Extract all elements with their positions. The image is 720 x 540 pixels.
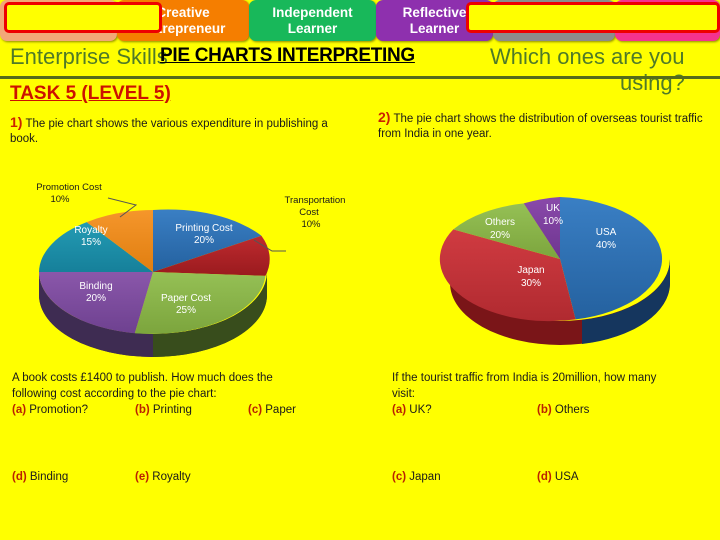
question2-option-d-label: (d) — [537, 471, 552, 483]
question1-body-line2: following cost according to the pie char… — [12, 387, 217, 400]
skill-tab-line2: Learner — [409, 20, 460, 36]
which-ones-highlight-box — [466, 2, 720, 33]
question2-intro: 2) The pie chart shows the distribution … — [378, 110, 708, 142]
pie1-label-paper: Paper Cost — [161, 293, 211, 304]
question2-option-a-text: UK? — [409, 404, 432, 416]
question1-option-c-text: Paper — [265, 404, 296, 416]
pie1-label-royalty: Royalty — [74, 225, 107, 236]
skill-tab-line1: Reflective — [402, 4, 467, 20]
question1-option-d-text: Binding — [29, 471, 69, 483]
question2-option-a[interactable]: (a) UK? — [392, 403, 432, 419]
question2-body-line2: visit: — [392, 387, 415, 400]
question1-option-e-text: Royalty — [152, 471, 191, 483]
question2-option-b-label: (b) — [537, 404, 552, 416]
question2-options-row2: (c) Japan (d) USA — [392, 471, 720, 489]
which-ones-question-line2: using? — [620, 70, 685, 95]
question1-option-a-text: Promotion? — [29, 404, 89, 416]
pie1-value-royalty: 15% — [81, 237, 101, 248]
question2-number: 2) — [378, 109, 391, 125]
question1-option-e[interactable]: (e) Royalty — [135, 471, 191, 483]
which-ones-question-line1: Which ones are you — [490, 44, 685, 69]
question1-option-d-label: (d) — [12, 471, 27, 483]
enterprise-skills-label: Enterprise Skills — [10, 44, 168, 69]
question1-number: 1) — [10, 114, 23, 130]
skill-tab-line2: Learner — [287, 20, 338, 36]
skill-tab-line1: Creative — [156, 4, 210, 20]
question2-option-b-text: Others — [554, 404, 590, 416]
question1-option-e-label: (e) — [135, 471, 150, 483]
question2-option-d[interactable]: (d) USA — [537, 471, 579, 483]
pie2-value-japan: 30% — [521, 278, 541, 289]
pie1-label-promotion: Promotion Cost — [36, 182, 102, 193]
pie1-value-paper: 25% — [176, 305, 196, 316]
enterprise-skills-highlight-box — [4, 2, 162, 33]
question2-body: If the tourist traffic from India is 20m… — [392, 371, 720, 419]
question1-intro-text: The pie chart shows the various expendit… — [10, 118, 328, 145]
question1-body-line1: A book costs £1400 to publish. How much … — [12, 372, 273, 384]
question1-options-row1: (a) Promotion? (b) Printing (c) Paper — [12, 403, 352, 419]
question1-options-row2: (d) Binding (e) Royalty — [12, 471, 352, 489]
question2-body-line1: If the tourist traffic from India is 20m… — [392, 372, 657, 384]
pie1-value-transportation: 10% — [301, 219, 321, 230]
pie-chart-tourist-traffic: USA 40% Japan 30% Others 20% UK 10% — [430, 163, 690, 363]
page-title: PIE CHARTS INTERPRETING — [160, 45, 415, 66]
pie2-value-uk: 10% — [543, 216, 563, 227]
pie2-label-uk: UK — [546, 203, 560, 214]
pie-chart-publishing-expenditure: Printing Cost 20% Paper Cost 25% Binding… — [8, 165, 358, 370]
question1-option-d[interactable]: (d) Binding — [12, 471, 68, 483]
pie2-label-japan: Japan — [517, 265, 544, 276]
question2-intro-text: The pie chart shows the distribution of … — [378, 113, 703, 140]
pie1-label-printing: Printing Cost — [175, 223, 232, 234]
pie2-label-others: Others — [485, 217, 515, 228]
task-heading: TASK 5 (LEVEL 5) — [10, 83, 171, 104]
question2-option-b[interactable]: (b) Others — [537, 403, 589, 419]
question1-option-a-label: (a) — [12, 404, 27, 416]
question1-option-c-label: (c) — [248, 404, 263, 416]
question1-option-b-text: Printing — [152, 404, 192, 416]
pie2-value-others: 20% — [490, 230, 510, 241]
header-divider — [0, 76, 720, 79]
question1-option-b[interactable]: (b) Printing — [135, 403, 192, 419]
question2-options-row1: (a) UK? (b) Others — [392, 403, 720, 419]
pie1-label-transportation-2: Cost — [299, 207, 319, 218]
pie1-value-printing: 20% — [194, 235, 214, 246]
pie1-value-binding: 20% — [86, 293, 106, 304]
skill-tab-line1: Independent — [272, 4, 353, 20]
pie2-label-usa: USA — [596, 227, 617, 238]
question2-option-d-text: USA — [554, 471, 579, 483]
skill-tab-independent-learner[interactable]: Independent Learner — [249, 0, 376, 41]
question1-body: A book costs £1400 to publish. How much … — [12, 371, 352, 419]
pie1-label-transportation: Transportation — [285, 195, 346, 206]
question2-option-c-text: Japan — [409, 471, 441, 483]
pie1-value-promotion: 10% — [50, 194, 70, 205]
question1-option-a[interactable]: (a) Promotion? — [12, 403, 88, 419]
question1-option-b-label: (b) — [135, 404, 150, 416]
question1-intro: 1) The pie chart shows the various expen… — [10, 115, 340, 147]
pie2-value-usa: 40% — [596, 240, 616, 251]
question1-option-c[interactable]: (c) Paper — [248, 403, 296, 419]
question2-option-c[interactable]: (c) Japan — [392, 471, 441, 483]
question2-option-a-label: (a) — [392, 404, 407, 416]
pie1-label-binding: Binding — [79, 281, 112, 292]
question2-option-c-label: (c) — [392, 471, 407, 483]
